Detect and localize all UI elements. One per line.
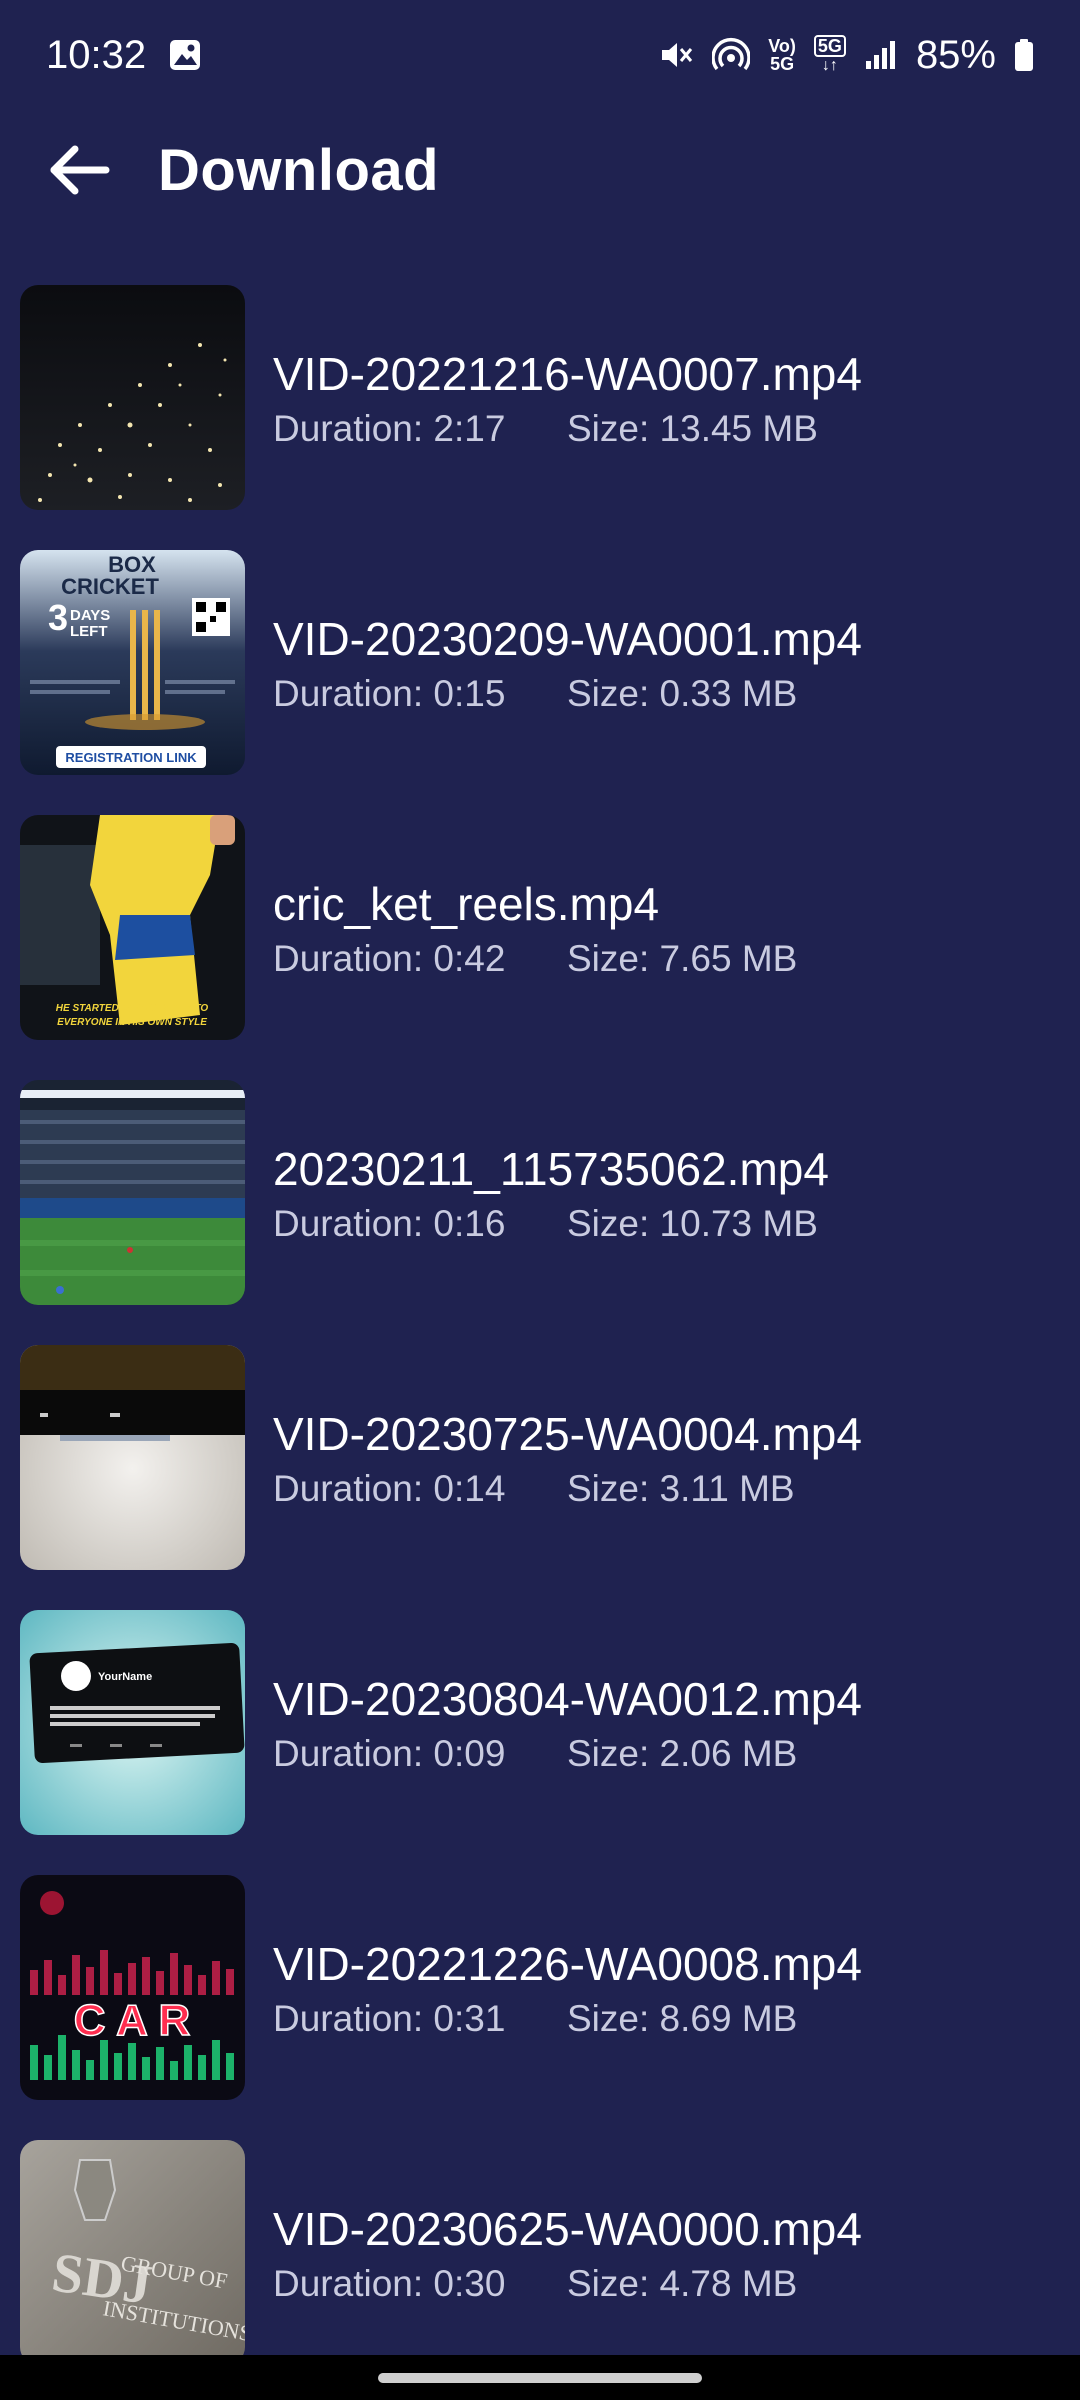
video-size: Size: 10.73 MB [567, 1202, 818, 1244]
video-meta: Duration: 0:09 Size: 2.06 MB [273, 1733, 862, 1775]
video-meta: Duration: 0:42 Size: 7.65 MB [273, 938, 797, 980]
video-name: VID-20221226-WA0008.mp4 [273, 1937, 862, 1990]
volte-label-top: Vo) [768, 36, 796, 56]
video-name: VID-20230625-WA0000.mp4 [273, 2202, 862, 2255]
page-title: Download [158, 137, 440, 203]
video-thumbnail [20, 1080, 245, 1305]
video-name: cric_ket_reels.mp4 [273, 877, 660, 930]
status-left: 10:32 [46, 33, 202, 78]
video-thumbnail: HE STARTED GIVING REPLY TO EVERYONE IN H… [20, 815, 245, 1040]
network-label: 5G [813, 35, 846, 57]
video-meta: Duration: 2:17 Size: 13.45 MB [273, 408, 862, 450]
battery-icon [1014, 38, 1034, 72]
mute-icon [658, 37, 694, 73]
video-name: VID-20230804-WA0012.mp4 [273, 1672, 862, 1725]
status-time: 10:32 [46, 32, 147, 77]
video-size: Size: 3.11 MB [567, 1467, 795, 1509]
video-size: Size: 13.45 MB [567, 407, 818, 449]
thumb-car-text: C A R [74, 1996, 191, 2045]
video-name: 20230211_115735062.mp4 [273, 1142, 829, 1195]
video-duration: Duration: 0:16 [273, 1202, 506, 1244]
video-thumbnail: SDJ GROUP OF INSTITUTIONS [20, 2140, 245, 2365]
video-thumbnail [20, 285, 245, 510]
thumb-reel-line2: EVERYONE IN HIS OWN STYLE [57, 1017, 207, 1028]
gallery-icon [168, 38, 202, 72]
hotspot-icon [712, 36, 751, 74]
video-duration: Duration: 0:15 [273, 672, 506, 714]
video-meta: Duration: 0:31 Size: 8.69 MB [273, 1998, 862, 2040]
video-item[interactable]: C A R VID-20221226-WA0008.mp4 Duration: … [0, 1855, 1080, 2120]
video-meta: Duration: 0:15 Size: 0.33 MB [273, 673, 862, 715]
video-size: Size: 0.33 MB [567, 672, 798, 714]
video-info: VID-20230625-WA0000.mp4 Duration: 0:30 S… [273, 2201, 862, 2305]
status-bar: 10:32 Vo) 5G 5G ↓↑ 85% [0, 0, 1080, 110]
thumb-left-text: LEFT [70, 623, 108, 640]
thumb-cricket-text: CRICKET [61, 574, 159, 599]
video-meta: Duration: 0:30 Size: 4.78 MB [273, 2263, 862, 2305]
thumb-days-num: 3 [48, 597, 68, 638]
video-duration: Duration: 2:17 [273, 407, 506, 449]
video-info: VID-20230725-WA0004.mp4 Duration: 0:14 S… [273, 1406, 862, 1510]
video-duration: Duration: 0:42 [273, 937, 506, 979]
volte-label-bottom: 5G [770, 54, 795, 74]
app-bar: Download [0, 118, 1080, 222]
battery-percent: 85% [915, 32, 996, 77]
video-name: VID-20230209-WA0001.mp4 [273, 612, 862, 665]
back-button[interactable] [46, 137, 112, 203]
video-list: VID-20221216-WA0007.mp4 Duration: 2:17 S… [0, 265, 1080, 2385]
video-info: VID-20221226-WA0008.mp4 Duration: 0:31 S… [273, 1936, 862, 2040]
video-thumbnail: BOX CRICKET 3 DAYS LEFT REGISTRATION LIN… [20, 550, 245, 775]
video-meta: Duration: 0:14 Size: 3.11 MB [273, 1468, 862, 1510]
video-info: cric_ket_reels.mp4 Duration: 0:42 Size: … [273, 876, 797, 980]
signal-icon [864, 39, 898, 71]
video-size: Size: 7.65 MB [567, 937, 798, 979]
video-item[interactable]: BOX CRICKET 3 DAYS LEFT REGISTRATION LIN… [0, 530, 1080, 795]
thumb-reel-line1: HE STARTED GIVING REPLY TO [56, 1003, 209, 1014]
video-info: VID-20230209-WA0001.mp4 Duration: 0:15 S… [273, 611, 862, 715]
volte-icon: Vo) 5G [768, 37, 796, 73]
video-info: 20230211_115735062.mp4 Duration: 0:16 Si… [273, 1141, 829, 1245]
video-item[interactable]: 20230211_115735062.mp4 Duration: 0:16 Si… [0, 1060, 1080, 1325]
thumb-yourname-text: YourName [98, 1671, 152, 1683]
video-thumbnail: YourName [20, 1610, 245, 1835]
video-item[interactable]: YourName VID-20230804-WA0012.mp4 Duratio… [0, 1590, 1080, 1855]
video-info: VID-20221216-WA0007.mp4 Duration: 2:17 S… [273, 346, 862, 450]
status-right: Vo) 5G 5G ↓↑ 85% [658, 33, 1034, 78]
video-thumbnail [20, 1345, 245, 1570]
video-info: VID-20230804-WA0012.mp4 Duration: 0:09 S… [273, 1671, 862, 1775]
video-item[interactable]: VID-20221216-WA0007.mp4 Duration: 2:17 S… [0, 265, 1080, 530]
video-thumbnail: C A R [20, 1875, 245, 2100]
video-name: VID-20221216-WA0007.mp4 [273, 347, 862, 400]
video-item[interactable]: VID-20230725-WA0004.mp4 Duration: 0:14 S… [0, 1325, 1080, 1590]
thumb-registration-text: REGISTRATION LINK [65, 750, 197, 765]
video-name: VID-20230725-WA0004.mp4 [273, 1407, 862, 1460]
video-item[interactable]: SDJ GROUP OF INSTITUTIONS VID-20230625-W… [0, 2120, 1080, 2385]
video-duration: Duration: 0:31 [273, 1997, 506, 2039]
home-indicator[interactable] [378, 2373, 702, 2383]
thumb-days-text: DAYS [70, 607, 110, 624]
video-size: Size: 8.69 MB [567, 1997, 798, 2039]
5g-icon: 5G ↓↑ [813, 35, 846, 75]
video-size: Size: 4.78 MB [567, 2262, 798, 2304]
video-size: Size: 2.06 MB [567, 1732, 798, 1774]
video-duration: Duration: 0:14 [273, 1467, 506, 1509]
arrow-left-icon [50, 145, 110, 195]
video-item[interactable]: HE STARTED GIVING REPLY TO EVERYONE IN H… [0, 795, 1080, 1060]
video-duration: Duration: 0:30 [273, 2262, 506, 2304]
video-meta: Duration: 0:16 Size: 10.73 MB [273, 1203, 829, 1245]
video-duration: Duration: 0:09 [273, 1732, 506, 1774]
